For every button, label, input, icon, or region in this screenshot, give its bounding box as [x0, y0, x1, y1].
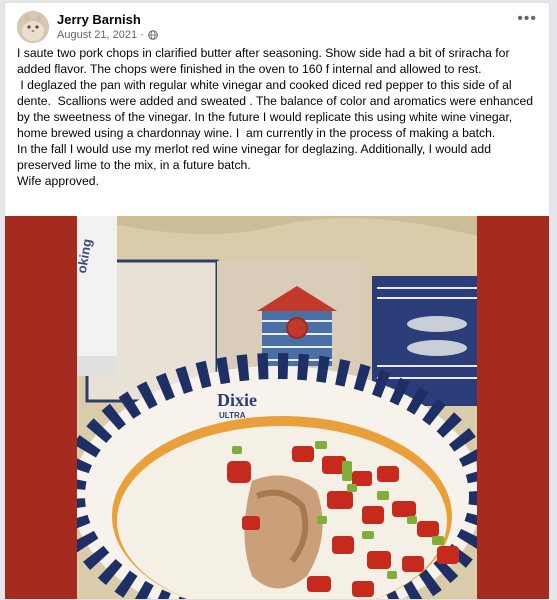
globe-icon: [148, 30, 158, 40]
more-options-icon[interactable]: •••: [517, 11, 537, 27]
post-date[interactable]: August 21, 2021 ·: [57, 29, 144, 41]
post-paragraph-2: I deglazed the pan with regular white vi…: [17, 78, 537, 140]
author-avatar[interactable]: [17, 11, 49, 43]
plate-brand: Dixie: [217, 390, 257, 410]
plate-sub: ULTRA: [219, 411, 246, 420]
post-paragraph-1: I saute two pork chops in clarified butt…: [17, 46, 513, 76]
food-photo-illustration: oking Dixie ULTRA: [77, 216, 477, 599]
post-paragraph-3: In the fall I would use my merlot red wi…: [17, 142, 495, 172]
post-paragraph-4: Wife approved.: [17, 174, 99, 188]
avatar-cat-icon: [17, 11, 49, 43]
post-meta: August 21, 2021 ·: [57, 29, 158, 41]
post-card: Jerry Barnish August 21, 2021 · ••• I sa…: [4, 2, 550, 600]
post-body: I saute two pork chops in clarified butt…: [17, 45, 537, 189]
post-photo[interactable]: oking Dixie ULTRA: [5, 216, 549, 599]
post-header: Jerry Barnish August 21, 2021 · •••: [17, 7, 537, 45]
author-name[interactable]: Jerry Barnish: [57, 12, 141, 27]
